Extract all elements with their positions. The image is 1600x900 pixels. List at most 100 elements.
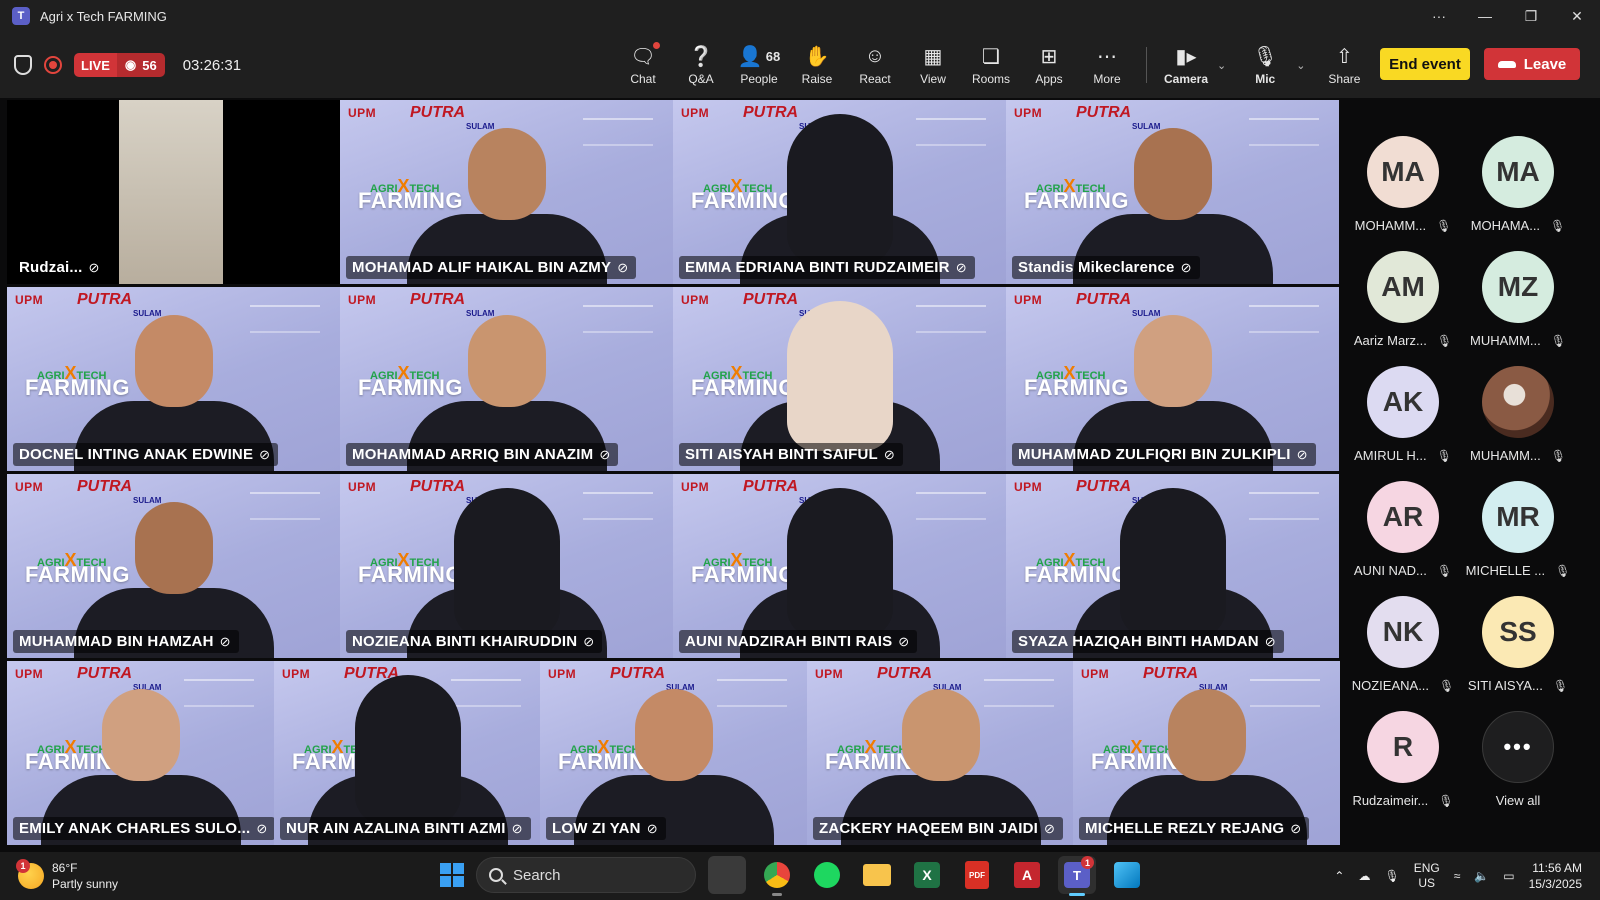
roster-participant[interactable]: MZ MUHAMM... 🎙 (1463, 251, 1573, 363)
mic-muted-tray-icon[interactable]: 🎙 (1384, 869, 1399, 883)
roster-participant[interactable]: MR MICHELLE ... 🎙 (1463, 481, 1573, 593)
chat-icon: 🗨 (630, 45, 656, 68)
react-icon: ☺ (864, 44, 886, 67)
roster-name: MOHAMM... (1354, 218, 1427, 233)
apps-button[interactable]: ⊞ Apps (1020, 32, 1078, 98)
video-tile[interactable]: UPMPUTRASULAMAGRIXTECHFARMINGSYAZA HAZIQ… (1006, 474, 1339, 658)
react-button[interactable]: ☺ React (846, 32, 904, 98)
video-tile[interactable]: UPM PUTRA SULAM AGRIXTECH FARMING MOHAMAD ALI… (340, 100, 673, 284)
chat-button[interactable]: 🗨 Chat (614, 32, 672, 98)
upm-logo: UPM (348, 293, 377, 307)
recording-icon[interactable] (44, 56, 62, 74)
rooms-button[interactable]: ❏ Rooms (962, 32, 1020, 98)
raise-hand-button[interactable]: ✋ Raise (788, 32, 846, 98)
more-button[interactable]: ⋯ More (1078, 32, 1136, 98)
video-tile[interactable]: UPMPUTRASULAMAGRIXTECHFARMINGAUNI NADZIR… (673, 474, 1006, 658)
autocad-icon[interactable]: A (1008, 856, 1046, 894)
putra-logo: PUTRA (1076, 291, 1132, 308)
putra-logo: PUTRA (77, 665, 133, 682)
putra-logo: PUTRA (877, 665, 933, 682)
video-tile[interactable]: UPMPUTRASULAMAGRIXTECHFARMINGEMMA EDRIAN… (673, 100, 1006, 284)
putra-logo: PUTRA (743, 291, 799, 308)
file-explorer-icon[interactable] (858, 856, 896, 894)
participant-name-tag: MOHAMMAD ARRIQ BIN ANAZIM ⊘ (346, 443, 619, 466)
video-tile[interactable]: UPM PUTRA SULAM AGRIXTECH FARMING Standis Mik… (1006, 100, 1339, 284)
live-status-badge: LIVE ◉ 56 (74, 53, 165, 77)
mic-muted-icon: ⊘ (1044, 820, 1056, 836)
upm-logo: UPM (1081, 667, 1110, 681)
shield-icon[interactable] (14, 55, 32, 75)
mic-muted-icon: ⊘ (256, 820, 268, 836)
people-button[interactable]: 👤 68 People (730, 32, 788, 98)
roster-participant[interactable]: NK NOZIEANA... 🎙 (1348, 596, 1458, 708)
battery-icon[interactable]: ▭ (1503, 869, 1514, 883)
roster-participant[interactable]: AM Aariz Marz... 🎙 (1348, 251, 1458, 363)
roster-participant[interactable]: R Rudzaimeir... 🎙 (1348, 711, 1458, 823)
share-button[interactable]: ⇧ Share (1315, 32, 1373, 98)
video-tile[interactable]: UPM PUTRA SULAM AGRIXTECH FARMING DOCNEL INTI… (7, 287, 340, 471)
roster-participant[interactable]: AR AUNI NAD... 🎙 (1348, 481, 1458, 593)
mic-muted-icon: ⊘ (511, 820, 523, 836)
leave-button[interactable]: Leave (1484, 48, 1580, 80)
close-button[interactable]: ✕ (1554, 0, 1600, 32)
view-button[interactable]: ▦ View (904, 32, 962, 98)
raise-hand-icon: ✋ (804, 45, 830, 68)
mic-icon: 🎙 (1550, 333, 1566, 348)
roster-participant[interactable]: MA MOHAMM... 🎙 (1348, 136, 1458, 248)
camera-button[interactable]: ▮▸ Camera (1157, 32, 1215, 98)
end-event-button[interactable]: End event (1380, 48, 1470, 80)
roster-participant[interactable]: MUHAMM... 🎙 (1463, 366, 1573, 478)
video-tile[interactable]: UPMPUTRASULAMAGRIXTECHFARMINGNOZIEANA BI… (340, 474, 673, 658)
window-title: Agri x Tech FARMING (40, 8, 167, 24)
start-icon[interactable] (440, 863, 464, 887)
video-tile[interactable]: UPM PUTRA SULAM AGRIXTECH FARMING MOHAMMAD AR… (340, 287, 673, 471)
putra-logo: PUTRA (743, 104, 799, 121)
video-tile[interactable]: UPM PUTRA SULAM AGRIXTECH FARMING ZACKERY HAQ… (807, 661, 1074, 845)
roster-participant[interactable]: MA MOHAMA... 🎙 (1463, 136, 1573, 248)
onedrive-cloud-icon[interactable]: ☁ (1358, 869, 1370, 883)
title-bar: T Agri x Tech FARMING ··· — ❐ ✕ (0, 0, 1600, 32)
mic-muted-icon: ⊘ (583, 633, 595, 649)
mic-icon: 🎙 (1555, 563, 1571, 578)
upm-logo: UPM (15, 293, 44, 307)
teams-taskbar-icon[interactable]: T1 (1058, 856, 1096, 896)
video-tile[interactable]: UPM PUTRA SULAM AGRIXTECH FARMING MUHAMMAD BI… (7, 474, 340, 658)
search-icon (489, 868, 503, 882)
spotify-icon[interactable] (808, 856, 846, 894)
video-tile[interactable]: UPMPUTRASULAMAGRIXTECHFARMINGNUR AIN AZA… (274, 661, 541, 845)
maximize-button[interactable]: ❐ (1508, 0, 1554, 32)
rooms-icon: ❏ (982, 45, 1000, 68)
wifi-icon[interactable]: ≈ (1454, 869, 1461, 883)
mic-button[interactable]: 🎙 Mic (1236, 32, 1294, 98)
mic-options-chevron-icon[interactable]: ⌄ (1296, 59, 1305, 72)
mic-icon: 🎙 (1550, 218, 1566, 233)
video-tile[interactable]: Rudzai... ⊘ (7, 100, 340, 284)
volume-icon[interactable]: 🔈 (1474, 869, 1489, 883)
photos-icon[interactable] (1108, 856, 1146, 894)
roster-participant[interactable]: AK AMIRUL H... 🎙 (1348, 366, 1458, 478)
video-tile[interactable]: UPMPUTRASULAMAGRIXTECHFARMINGSITI AISYAH… (673, 287, 1006, 471)
roster-name: MICHELLE ... (1465, 563, 1546, 578)
qa-button[interactable]: ❔ Q&A (672, 32, 730, 98)
mic-muted-icon: ⊘ (898, 633, 910, 649)
chrome-icon[interactable] (758, 856, 796, 896)
video-tile[interactable]: UPM PUTRA SULAM AGRIXTECH FARMING LOW ZI YAN ⊘ (540, 661, 807, 845)
video-tile[interactable]: UPM PUTRA SULAM AGRIXTECH FARMING EMILY ANAK … (7, 661, 274, 845)
taskbar-search[interactable]: Search (476, 857, 696, 893)
apps-icon: ⊞ (1040, 45, 1058, 68)
show-hidden-icons-chevron-icon[interactable]: ⌃ (1334, 869, 1344, 883)
system-clock[interactable]: 11:56 AM 15/3/2025 (1529, 860, 1582, 892)
live-label: LIVE (74, 53, 117, 77)
language-indicator[interactable]: ENG US (1414, 861, 1440, 891)
camera-options-chevron-icon[interactable]: ⌄ (1217, 59, 1226, 72)
excel-icon[interactable]: X (908, 856, 946, 894)
video-tile[interactable]: UPM PUTRA SULAM AGRIXTECH FARMING MICHELLE RE… (1073, 661, 1340, 845)
weather-widget[interactable]: 1 86°F Partly sunny (16, 859, 118, 892)
video-tile[interactable]: UPM PUTRA SULAM AGRIXTECH FARMING MUHAMMAD ZU… (1006, 287, 1339, 471)
minimize-button[interactable]: — (1462, 0, 1508, 32)
task-view-icon[interactable] (708, 856, 746, 894)
pdf-icon[interactable]: PDF (958, 856, 996, 894)
view-all-button[interactable]: ••• View all (1463, 711, 1573, 823)
roster-participant[interactable]: SS SITI AISYA... 🎙 (1463, 596, 1573, 708)
more-options-icon[interactable]: ··· (1416, 0, 1462, 32)
